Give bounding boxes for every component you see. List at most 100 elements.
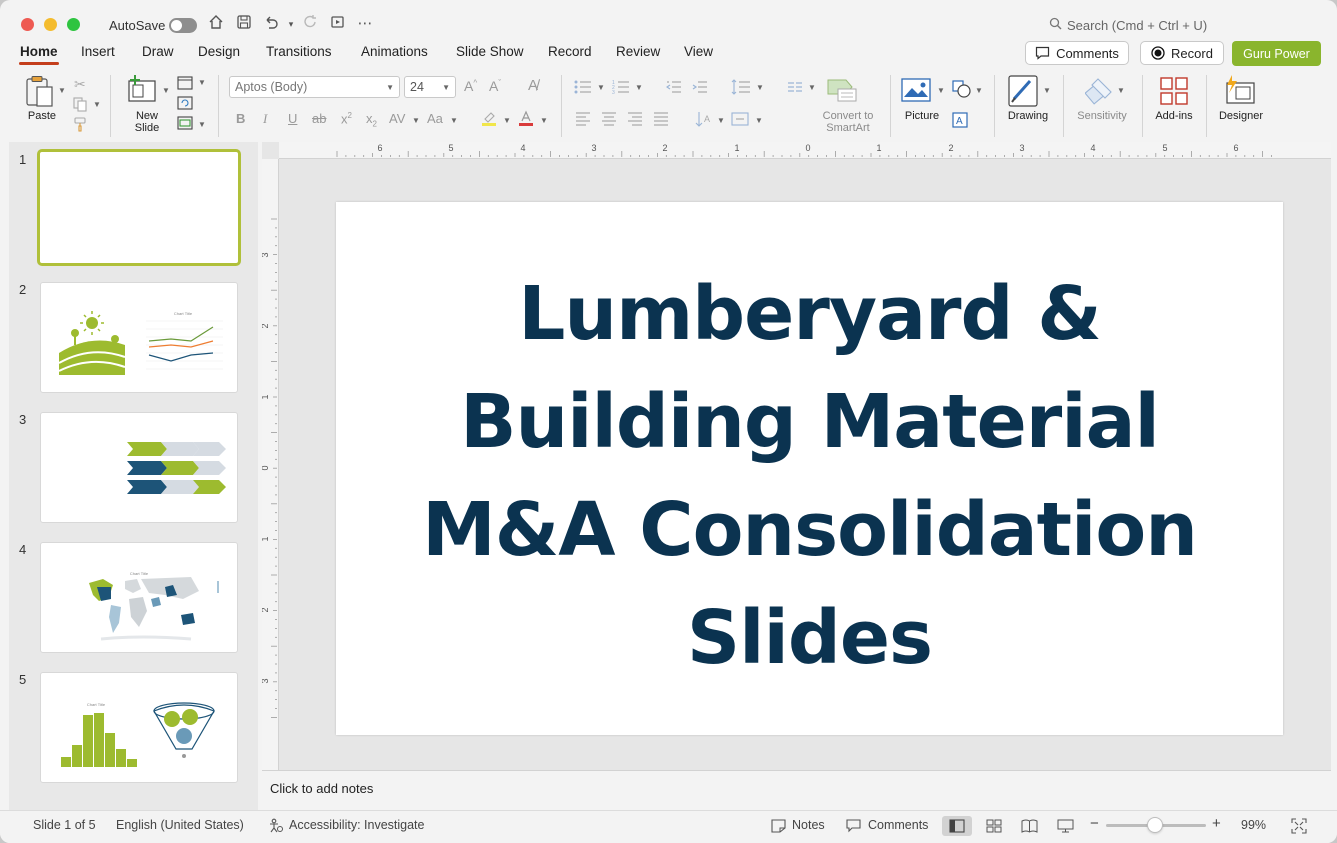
chevron-down-icon[interactable]: ▼ xyxy=(450,116,458,125)
record-button[interactable]: Record xyxy=(1140,41,1224,65)
chevron-down-icon[interactable]: ▼ xyxy=(540,116,548,125)
undo-dropdown-icon[interactable]: ▾ xyxy=(281,14,301,34)
convert-to-smartart-icon[interactable] xyxy=(826,77,858,106)
redo-icon[interactable] xyxy=(301,14,321,34)
slide-thumbnail-4[interactable]: Chart Title xyxy=(40,542,238,653)
shapes-icon[interactable] xyxy=(952,80,972,101)
line-spacing-icon[interactable] xyxy=(731,79,751,98)
clear-formatting-icon[interactable]: A̸ xyxy=(528,77,538,94)
tab-record[interactable]: Record xyxy=(548,44,592,59)
tab-view[interactable]: View xyxy=(684,44,713,59)
paste-icon[interactable] xyxy=(24,75,56,112)
home-icon[interactable] xyxy=(206,14,226,34)
bold-icon[interactable]: B xyxy=(236,111,245,126)
underline-icon[interactable]: U xyxy=(288,111,297,126)
reset-slide-icon[interactable] xyxy=(177,96,193,113)
chevron-down-icon[interactable]: ▼ xyxy=(503,116,511,125)
copy-icon[interactable] xyxy=(72,96,88,115)
zoom-slider-handle[interactable] xyxy=(1147,817,1163,833)
bullets-icon[interactable] xyxy=(574,80,592,97)
fit-to-window-icon[interactable] xyxy=(1291,818,1307,837)
slide-title[interactable]: Lumberyard & Building Material M&A Conso… xyxy=(336,260,1283,692)
notes-pane[interactable]: Click to add notes xyxy=(262,770,1331,810)
drawing-dropdown-icon[interactable]: ▼ xyxy=(1043,86,1051,95)
align-left-icon[interactable] xyxy=(575,112,591,129)
notes-button[interactable]: Notes xyxy=(792,818,825,832)
slide-thumbnail-5[interactable]: Chart Title xyxy=(40,672,238,783)
comments-button[interactable]: Comments xyxy=(1025,41,1129,65)
section-icon[interactable] xyxy=(177,116,193,133)
copy-dropdown-icon[interactable]: ▼ xyxy=(93,100,101,109)
align-right-icon[interactable] xyxy=(627,112,643,129)
text-direction-icon[interactable]: A xyxy=(695,110,713,131)
align-center-icon[interactable] xyxy=(601,112,617,129)
tab-home[interactable]: Home xyxy=(20,44,58,59)
chevron-down-icon[interactable]: ▼ xyxy=(412,116,420,125)
guru-power-button[interactable]: Guru Power xyxy=(1232,41,1321,66)
section-dropdown-icon[interactable]: ▼ xyxy=(198,120,206,129)
tab-animations[interactable]: Animations xyxy=(361,44,428,59)
columns-icon[interactable] xyxy=(787,81,803,96)
italic-icon[interactable]: I xyxy=(263,111,267,127)
font-color-icon[interactable] xyxy=(518,110,534,129)
shapes-dropdown-icon[interactable]: ▼ xyxy=(975,86,983,95)
text-box-icon[interactable]: A xyxy=(952,112,968,131)
justify-icon[interactable] xyxy=(653,112,669,129)
chevron-down-icon[interactable]: ▼ xyxy=(756,83,764,92)
picture-dropdown-icon[interactable]: ▼ xyxy=(937,86,945,95)
undo-icon[interactable] xyxy=(261,14,281,34)
slide-thumbnail-1[interactable] xyxy=(37,149,241,266)
paste-dropdown-icon[interactable]: ▼ xyxy=(58,86,66,95)
comments-status-button[interactable]: Comments xyxy=(868,818,928,832)
chevron-down-icon[interactable]: ▼ xyxy=(755,116,763,125)
slide-thumbnail-2[interactable]: Chart Title xyxy=(40,282,238,393)
strikethrough-icon[interactable]: ab xyxy=(312,111,326,126)
normal-view-button[interactable] xyxy=(942,816,972,836)
tab-transitions[interactable]: Transitions xyxy=(266,44,332,59)
zoom-out-button[interactable]: − xyxy=(1090,815,1099,832)
close-window-button[interactable] xyxy=(21,18,34,31)
slide-show-view-icon[interactable] xyxy=(1057,819,1074,836)
present-from-start-icon[interactable] xyxy=(328,14,348,34)
change-case-icon[interactable]: Aa xyxy=(427,111,443,126)
superscript-icon[interactable]: x2 xyxy=(341,111,352,126)
zoom-window-button[interactable] xyxy=(67,18,80,31)
highlight-color-icon[interactable] xyxy=(481,110,497,129)
cut-icon[interactable]: ✂ xyxy=(74,76,86,93)
designer-icon[interactable] xyxy=(1224,75,1256,108)
decrease-indent-icon[interactable] xyxy=(665,80,682,97)
new-slide-dropdown-icon[interactable]: ▼ xyxy=(162,86,170,95)
reading-view-icon[interactable] xyxy=(1021,819,1038,836)
increase-indent-icon[interactable] xyxy=(692,80,708,97)
align-text-icon[interactable] xyxy=(731,111,749,130)
comment-icon[interactable] xyxy=(846,819,861,836)
layout-icon[interactable] xyxy=(177,76,193,93)
chevron-down-icon[interactable]: ▼ xyxy=(717,116,725,125)
chevron-down-icon[interactable]: ▼ xyxy=(635,83,643,92)
chevron-down-icon[interactable]: ▼ xyxy=(597,83,605,92)
drawing-icon[interactable] xyxy=(1008,75,1038,110)
autosave-toggle[interactable] xyxy=(169,18,197,33)
search-input[interactable]: Search (Cmd + Ctrl + U) xyxy=(1067,18,1207,33)
add-ins-icon[interactable] xyxy=(1159,76,1189,109)
format-painter-icon[interactable] xyxy=(72,116,88,135)
character-spacing-icon[interactable]: AV xyxy=(389,111,405,126)
tab-slide-show[interactable]: Slide Show xyxy=(456,44,524,59)
accessibility-status[interactable]: Accessibility: Investigate xyxy=(289,818,424,832)
minimize-window-button[interactable] xyxy=(44,18,57,31)
language-indicator[interactable]: English (United States) xyxy=(116,818,244,832)
font-size-select[interactable]: 24 ▼ xyxy=(404,76,456,98)
chevron-down-icon[interactable]: ▼ xyxy=(808,83,816,92)
tab-insert[interactable]: Insert xyxy=(81,44,115,59)
numbering-icon[interactable]: 123 xyxy=(612,80,630,97)
notes-icon[interactable] xyxy=(771,819,786,836)
increase-font-size-icon[interactable]: A^ xyxy=(464,78,477,94)
tab-review[interactable]: Review xyxy=(616,44,660,59)
slide-sorter-view-icon[interactable] xyxy=(986,819,1002,836)
current-slide[interactable]: Lumberyard & Building Material M&A Conso… xyxy=(336,202,1283,735)
font-name-select[interactable]: Aptos (Body) ▼ xyxy=(229,76,400,98)
layout-dropdown-icon[interactable]: ▼ xyxy=(198,78,206,87)
slide-thumbnail-3[interactable] xyxy=(40,412,238,523)
decrease-font-size-icon[interactable]: Aˇ xyxy=(489,78,501,94)
tab-draw[interactable]: Draw xyxy=(142,44,174,59)
